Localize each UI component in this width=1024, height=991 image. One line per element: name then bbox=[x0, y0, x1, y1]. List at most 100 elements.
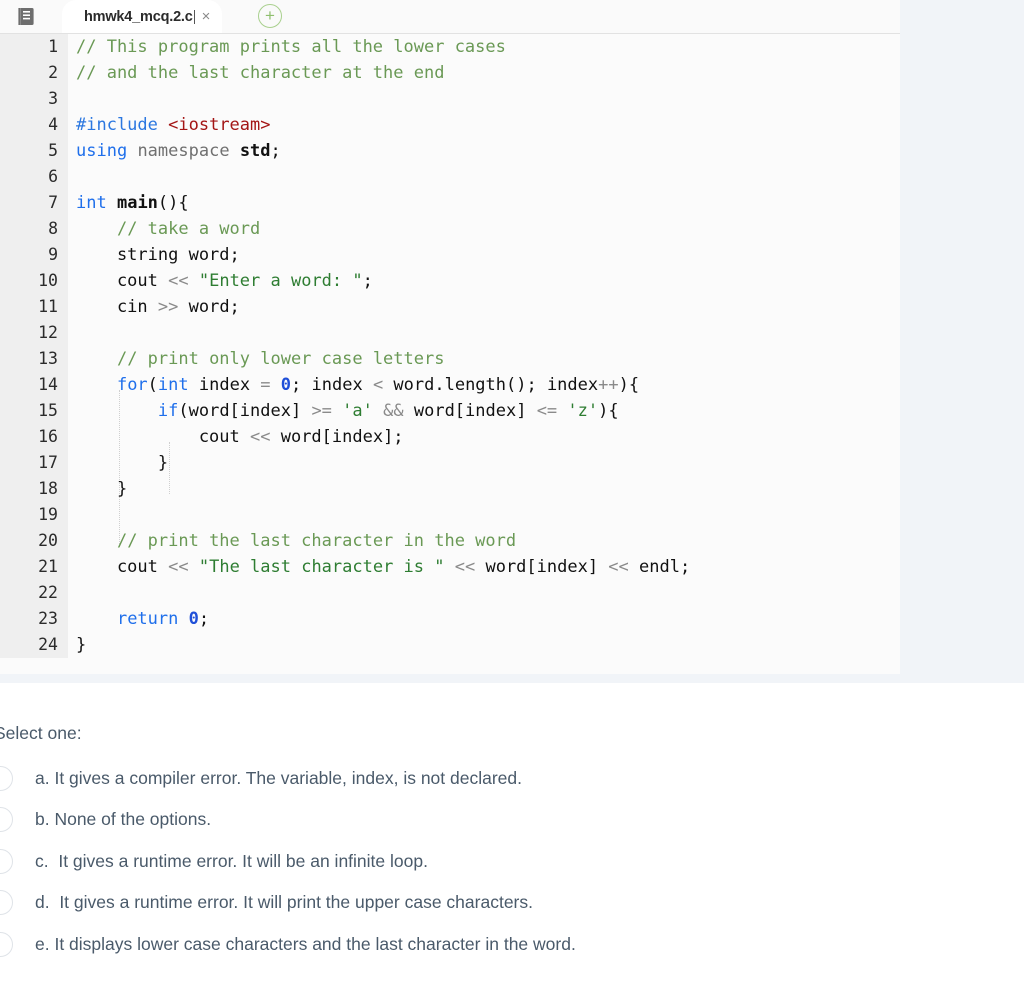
code-token-plain: cout bbox=[76, 271, 169, 291]
line-number: 3 bbox=[0, 86, 68, 112]
answer-option-e[interactable]: e. It displays lower case characters and… bbox=[0, 929, 576, 959]
code-token-str: 'z' bbox=[567, 401, 599, 421]
code-token-kw: if bbox=[157, 401, 179, 421]
line-number: 8 bbox=[0, 216, 68, 242]
code-line-text: cin >> word; bbox=[68, 294, 240, 320]
radio-button-d[interactable] bbox=[0, 890, 13, 915]
code-line: 5 using namespace std; bbox=[0, 138, 900, 164]
code-token-plain: } bbox=[76, 479, 128, 499]
code-line: 3 bbox=[0, 86, 900, 112]
code-token-inc: <iostream> bbox=[168, 115, 271, 135]
code-area[interactable]: 1 // This program prints all the lower ca… bbox=[0, 34, 900, 674]
line-number: 5 bbox=[0, 138, 68, 164]
answer-option-b[interactable]: b. None of the options. bbox=[0, 805, 211, 835]
code-line: 16 cout << word[index]; bbox=[0, 424, 900, 450]
line-number: 14 bbox=[0, 372, 68, 398]
code-token-gray: namespace bbox=[137, 141, 230, 161]
line-number: 17 bbox=[0, 450, 68, 476]
code-token-plain: word[index] bbox=[403, 401, 537, 421]
code-line-text: // take a word bbox=[68, 216, 260, 242]
radio-button-e[interactable] bbox=[0, 931, 13, 957]
code-token-plain: } bbox=[76, 453, 169, 473]
line-number: 20 bbox=[0, 528, 68, 554]
close-icon[interactable]: × bbox=[202, 9, 211, 24]
code-line-text: } bbox=[68, 450, 168, 476]
code-line: 12 bbox=[0, 320, 900, 346]
code-token-plain: ){ bbox=[618, 375, 640, 395]
code-token-plain: ){ bbox=[598, 401, 619, 421]
add-tab-button[interactable]: + bbox=[258, 4, 282, 28]
answer-option-c[interactable]: c. It gives a runtime error. It will be … bbox=[0, 846, 428, 876]
code-line-text: } bbox=[68, 476, 127, 502]
code-token-op: >= bbox=[311, 401, 332, 421]
code-editor-panel: hmwk4_mcq.2.c × + 1 // This program print… bbox=[0, 0, 900, 674]
code-line: 2 // and the last character at the end bbox=[0, 60, 900, 86]
code-line: 11 cin >> word; bbox=[0, 294, 900, 320]
code-token-op: << bbox=[168, 557, 189, 577]
code-line-text: for(int index = 0; index < word.length()… bbox=[68, 372, 639, 398]
file-list-icon[interactable] bbox=[18, 7, 36, 26]
line-number: 18 bbox=[0, 476, 68, 502]
code-token-kw: return bbox=[116, 609, 179, 629]
code-line: 7 int main(){ bbox=[0, 190, 900, 216]
line-number: 4 bbox=[0, 112, 68, 138]
code-line-text: cout << "The last character is " << word… bbox=[68, 554, 690, 580]
editor-tab-label: hmwk4_mcq.2.c bbox=[84, 8, 193, 25]
code-token-plain: cout bbox=[76, 427, 250, 447]
code-line: 15 if(word[index] >= 'a' && word[index] … bbox=[0, 398, 900, 424]
answer-option-a[interactable]: a. It gives a compiler error. The variab… bbox=[0, 763, 522, 793]
code-token-comment: // take a word bbox=[116, 219, 261, 239]
code-line-text: #include <iostream> bbox=[68, 112, 271, 138]
line-number: 10 bbox=[0, 268, 68, 294]
code-token-plain: cout bbox=[76, 557, 169, 577]
code-token-op: >> bbox=[157, 297, 179, 317]
line-number: 16 bbox=[0, 424, 68, 450]
question-region: Select one: a. It gives a compiler error… bbox=[0, 683, 1024, 991]
editor-region: hmwk4_mcq.2.c × + 1 // This program print… bbox=[0, 0, 1024, 683]
code-token-plain: word; bbox=[178, 297, 240, 317]
code-token-op: = bbox=[260, 375, 271, 395]
radio-button-a[interactable] bbox=[0, 765, 13, 791]
code-token-plain: ( bbox=[147, 375, 158, 395]
code-token-str: "The last character is " bbox=[198, 557, 445, 577]
code-line: 24} bbox=[0, 632, 900, 658]
code-token-plain: index bbox=[188, 375, 261, 395]
line-number: 22 bbox=[0, 580, 68, 606]
code-token-plain: (){ bbox=[157, 193, 189, 213]
editor-tab-hmwk4[interactable]: hmwk4_mcq.2.c × bbox=[62, 0, 223, 33]
code-line: 14 for(int index = 0; index < word.lengt… bbox=[0, 372, 900, 398]
code-line-text bbox=[68, 580, 86, 606]
code-token-bold: std bbox=[239, 141, 271, 161]
code-token-op: && bbox=[383, 401, 404, 421]
code-line-text: cout << "Enter a word: "; bbox=[68, 268, 373, 294]
line-number: 24 bbox=[0, 632, 68, 658]
code-line: 10 cout << "Enter a word: "; bbox=[0, 268, 900, 294]
code-line: 18 } bbox=[0, 476, 900, 502]
code-line: 9 string word; bbox=[0, 242, 900, 268]
tab-text-caret bbox=[193, 9, 195, 24]
answer-option-d[interactable]: d. It gives a runtime error. It will pri… bbox=[0, 888, 533, 918]
line-number: 9 bbox=[0, 242, 68, 268]
line-number: 15 bbox=[0, 398, 68, 424]
code-line: 8 // take a word bbox=[0, 216, 900, 242]
radio-button-c[interactable] bbox=[0, 848, 13, 874]
code-token-op: ++ bbox=[598, 375, 619, 395]
line-number: 12 bbox=[0, 320, 68, 346]
code-token-kw: int bbox=[76, 193, 107, 213]
code-line-text: using namespace std; bbox=[68, 138, 281, 164]
radio-button-b[interactable] bbox=[0, 807, 13, 832]
code-line: 6 bbox=[0, 164, 900, 190]
code-token-bold: main bbox=[116, 193, 158, 213]
code-line-text bbox=[68, 164, 86, 190]
code-token-str: "Enter a word: " bbox=[198, 271, 363, 291]
